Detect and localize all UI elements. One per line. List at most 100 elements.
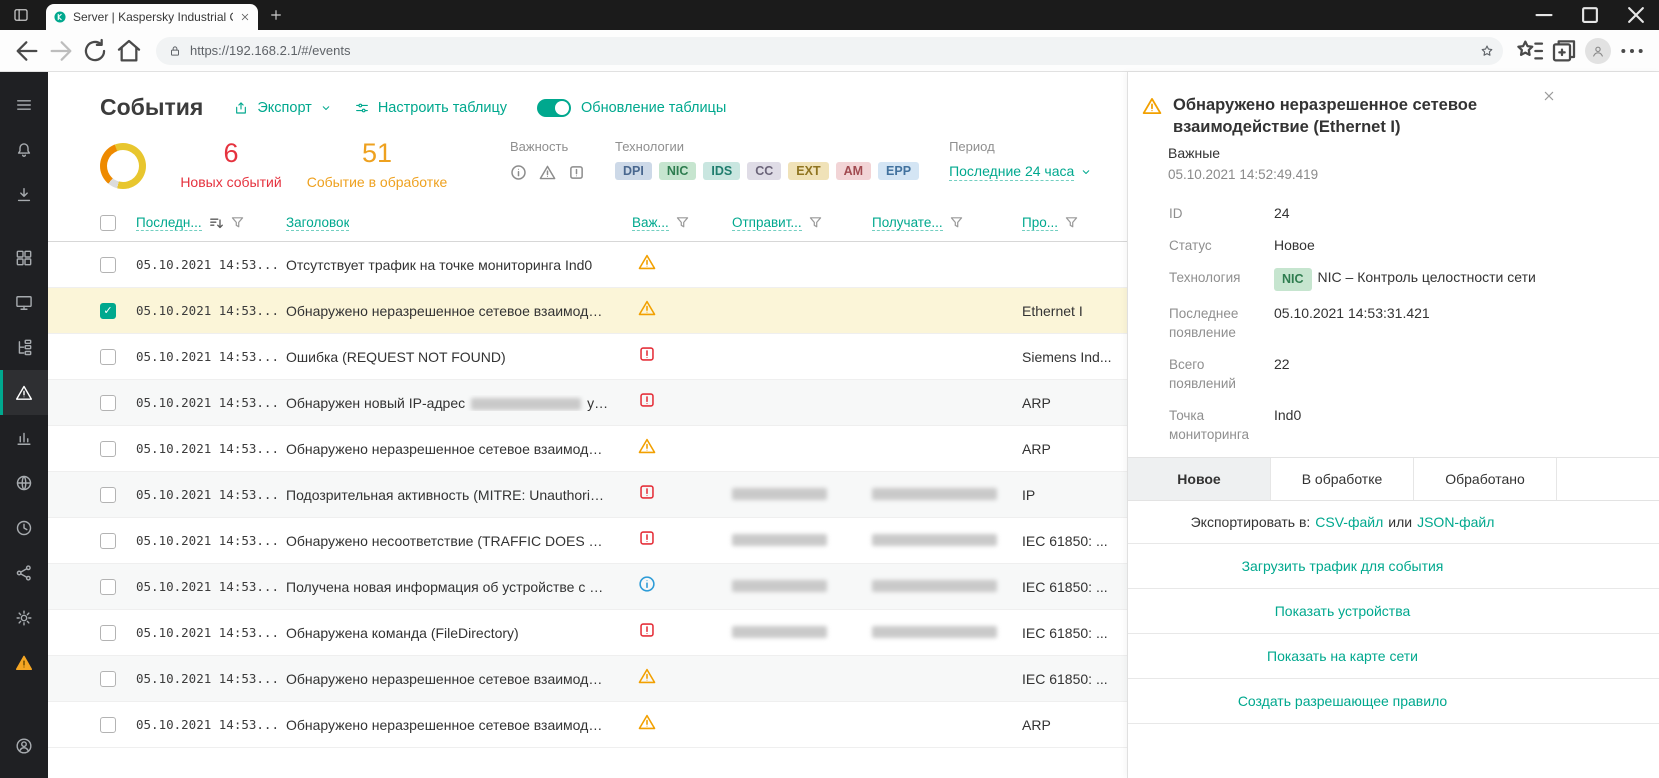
row-checkbox[interactable] [100, 625, 116, 641]
row-checkbox[interactable] [100, 671, 116, 687]
event-time: 05.10.2021 14:53... [136, 671, 286, 686]
tech-chip-ext[interactable]: EXT [788, 162, 828, 180]
column-header[interactable]: Последн... [136, 215, 202, 231]
event-row[interactable]: 05.10.2021 14:53...Ошибка (REQUEST NOT F… [48, 334, 1127, 380]
sidebar-item-settings[interactable] [0, 595, 48, 640]
row-checkbox[interactable] [100, 533, 116, 549]
tech-chip-epp[interactable]: EPP [878, 162, 919, 180]
event-protocol: ARP [1022, 717, 1127, 733]
panel-action-link[interactable]: Загрузить трафик для события [1128, 544, 1557, 588]
forward-button[interactable] [44, 35, 78, 67]
event-row[interactable]: ✓05.10.2021 14:53...Обнаружено неразреше… [48, 288, 1127, 334]
select-all-checkbox[interactable] [100, 215, 116, 231]
event-row[interactable]: 05.10.2021 14:53...Подозрительная активн… [48, 472, 1127, 518]
column-header[interactable]: Получате... [872, 215, 943, 231]
browser-tab[interactable]: Server | Kaspersky Industrial Cyb [46, 4, 258, 30]
field-label: Последнее появление [1169, 304, 1274, 342]
event-field: Точка мониторингаInd0 [1169, 406, 1555, 444]
sidebar-item-network-map[interactable] [0, 460, 48, 505]
sidebar-item-system-alerts[interactable] [0, 640, 48, 685]
refresh-button[interactable] [78, 35, 112, 67]
filter-icon[interactable] [1064, 215, 1079, 230]
favorites-icon[interactable] [1513, 35, 1547, 67]
configure-table-button[interactable]: Настроить таблицу [354, 100, 507, 116]
maximize-button[interactable] [1567, 0, 1613, 30]
sidebar-item-downloads[interactable] [0, 172, 48, 217]
column-header[interactable]: Отправит... [732, 215, 802, 231]
export-json-link[interactable]: JSON-файл [1417, 514, 1494, 530]
panel-tab-processed[interactable]: Обработано [1414, 458, 1557, 500]
tech-chip-am[interactable]: AM [836, 162, 871, 180]
event-row[interactable]: 05.10.2021 14:53...Обнаружена команда (F… [48, 610, 1127, 656]
sidebar-item-process-control[interactable] [0, 325, 48, 370]
close-panel-icon[interactable] [1541, 88, 1557, 104]
panel-action-link[interactable]: Показать на карте сети [1128, 634, 1557, 678]
close-window-button[interactable] [1613, 0, 1659, 30]
filter-icon[interactable] [808, 215, 823, 230]
column-header[interactable]: Про... [1022, 215, 1058, 231]
column-header[interactable]: Заголовок [286, 215, 349, 231]
tech-chip-ids[interactable]: IDS [703, 162, 740, 180]
table-refresh-toggle[interactable]: Обновление таблицы [537, 99, 726, 117]
filter-icon[interactable] [949, 215, 964, 230]
panel-tab-processing[interactable]: В обработке [1271, 458, 1414, 500]
row-checkbox[interactable] [100, 579, 116, 595]
sidebar-item-events[interactable] [0, 370, 48, 415]
panel-action-link[interactable]: Создать разрешающее правило [1128, 679, 1557, 723]
event-row[interactable]: 05.10.2021 14:53...Получена новая информ… [48, 564, 1127, 610]
panel-action-link[interactable]: Показать устройства [1128, 589, 1557, 633]
browser-menu-icon[interactable] [1615, 35, 1649, 67]
event-time: 05.10.2021 14:53... [136, 579, 286, 594]
tab-actions-icon[interactable] [12, 6, 30, 24]
row-checkbox[interactable]: ✓ [100, 303, 116, 319]
export-button[interactable]: Экспорт [233, 100, 331, 116]
event-row[interactable]: 05.10.2021 14:53...Отсутствует трафик на… [48, 242, 1127, 288]
event-row[interactable]: 05.10.2021 14:53...Обнаружено неразрешен… [48, 426, 1127, 472]
home-button[interactable] [112, 35, 146, 67]
export-csv-link[interactable]: CSV-файл [1315, 514, 1383, 530]
row-checkbox[interactable] [100, 395, 116, 411]
event-row[interactable]: 05.10.2021 14:53...Обнаружено неразрешен… [48, 702, 1127, 748]
event-details-panel: Обнаружено неразрешенное сетевое взаимод… [1127, 72, 1659, 778]
row-checkbox[interactable] [100, 441, 116, 457]
event-row[interactable]: 05.10.2021 14:53...Обнаружено неразрешен… [48, 656, 1127, 702]
filter-icon[interactable] [675, 215, 690, 230]
tech-chip-dpi[interactable]: DPI [615, 162, 652, 180]
sidebar-item-dashboard[interactable] [0, 235, 48, 280]
severity-critical-filter-icon[interactable] [568, 164, 585, 181]
event-row[interactable]: 05.10.2021 14:53...Обнаружен новый IP-ад… [48, 380, 1127, 426]
sidebar-item-assets[interactable] [0, 280, 48, 325]
sidebar-item-notifications[interactable] [0, 127, 48, 172]
new-tab-button[interactable] [268, 7, 284, 23]
row-checkbox[interactable] [100, 349, 116, 365]
new-events-stat[interactable]: 6 Новых событий [176, 139, 286, 190]
collections-icon[interactable] [1547, 35, 1581, 67]
processing-events-stat[interactable]: 51 Событие в обработке [302, 139, 452, 190]
severity-warning-filter-icon[interactable] [539, 164, 556, 181]
event-title: Ошибка (REQUEST NOT FOUND) [286, 349, 632, 365]
column-header[interactable]: Важ... [632, 215, 669, 231]
toggle-switch[interactable] [537, 99, 571, 117]
sidebar-item-reports[interactable] [0, 415, 48, 460]
panel-tab-new[interactable]: Новое [1128, 458, 1271, 500]
filter-icon[interactable] [230, 215, 245, 230]
back-button[interactable] [10, 35, 44, 67]
event-row[interactable]: 05.10.2021 14:53...Обнаружено несоответс… [48, 518, 1127, 564]
tech-chip-cc[interactable]: CC [747, 162, 781, 180]
add-favorite-icon[interactable] [1479, 43, 1495, 59]
severity-info-filter-icon[interactable] [510, 164, 527, 181]
row-checkbox[interactable] [100, 487, 116, 503]
sidebar-item-connections[interactable] [0, 550, 48, 595]
sidebar-item-menu[interactable] [0, 82, 48, 127]
minimize-button[interactable] [1521, 0, 1567, 30]
tech-chip-nic[interactable]: NIC [659, 162, 697, 180]
sidebar-item-account[interactable] [0, 723, 48, 768]
row-checkbox[interactable] [100, 257, 116, 273]
profile-avatar[interactable] [1585, 38, 1611, 64]
sort-icon[interactable] [208, 215, 224, 231]
row-checkbox[interactable] [100, 717, 116, 733]
sidebar-item-audit[interactable] [0, 505, 48, 550]
period-selector[interactable]: Последние 24 часа [949, 163, 1092, 181]
tab-close-icon[interactable] [239, 11, 251, 23]
address-bar[interactable]: https://192.168.2.1/#/events [156, 37, 1503, 65]
